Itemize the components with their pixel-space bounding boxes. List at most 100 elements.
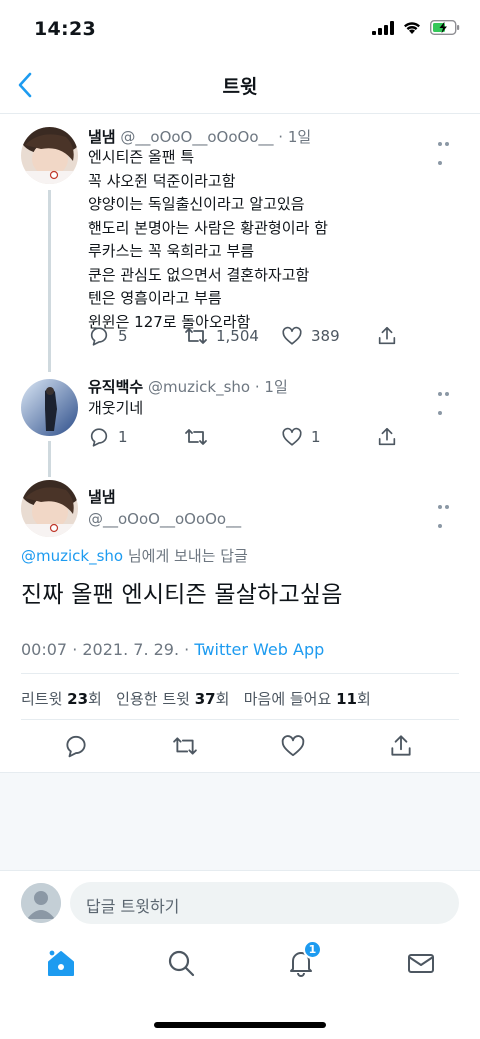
reply-context-text: 님에게 보내는 답글 <box>123 547 248 565</box>
tweet-line: 꼭 샤오쥔 덕준이라고함 <box>88 171 236 190</box>
mail-icon <box>408 954 434 973</box>
signal-icon <box>372 20 394 35</box>
reply-button[interactable]: 1 <box>88 426 128 448</box>
reply-composer: 답글 트윗하기 <box>0 870 480 934</box>
retweets-count: 23 <box>67 690 89 708</box>
heart-icon <box>282 427 302 446</box>
divider <box>21 673 459 674</box>
tweet-line: 개웃기네 <box>88 399 144 417</box>
display-name[interactable]: 낼냄 <box>88 128 116 146</box>
retweet-icon <box>185 429 207 445</box>
thread-line <box>48 441 51 477</box>
like-count: 1 <box>311 428 321 446</box>
divider <box>21 719 459 720</box>
tweet-header: 유직백수 @muzick_sho · 1일 <box>88 376 288 397</box>
share-icon[interactable] <box>388 733 414 759</box>
display-name[interactable]: 유직백수 <box>88 378 143 396</box>
avatar[interactable] <box>21 127 78 184</box>
like-count: 389 <box>311 327 340 345</box>
tab-search[interactable] <box>166 948 196 978</box>
reply-count: 5 <box>118 327 128 345</box>
reply-mention-link[interactable]: @muzick_sho <box>21 547 123 565</box>
status-time: 14:23 <box>34 18 96 40</box>
tweet-line: 텐은 영흠이라고 부름 <box>88 289 222 307</box>
retweet-button[interactable] <box>184 426 216 448</box>
thread-line <box>48 190 51 372</box>
retweets-unit: 회 <box>88 690 102 708</box>
tweet-line: 양양이는 독일출신이라고 알고있음 <box>88 195 305 213</box>
empty-replies-area <box>0 772 480 870</box>
retweets-stat[interactable]: 리트윗 23회 <box>21 690 102 708</box>
reply-icon <box>90 327 108 346</box>
tab-notifications[interactable]: 1 <box>286 940 322 978</box>
tweet-timestamp: 00:07 · 2021. 7. 29. · <box>21 640 195 659</box>
share-button[interactable] <box>376 325 398 347</box>
more-options-icon[interactable] <box>438 131 458 165</box>
share-icon <box>378 326 396 345</box>
user-handle[interactable]: @muzick_sho <box>148 378 250 396</box>
user-handle[interactable]: @__oOoO__oOoOo__ <box>88 510 241 528</box>
nav-bar: 트윗 <box>0 58 480 114</box>
quotes-label: 인용한 트윗 <box>116 690 195 708</box>
battery-charging-icon <box>430 20 460 35</box>
tweet-actions: 5 1,504 389 <box>88 325 408 351</box>
tab-home[interactable] <box>46 948 76 978</box>
tweet-line: 엔시티즌 올팬 특 <box>88 148 195 166</box>
heart-icon <box>282 326 302 345</box>
heart-icon[interactable] <box>280 733 306 759</box>
tweet-text: 개웃기네 <box>88 397 143 421</box>
tweet-time: · 1일 <box>254 378 288 396</box>
notification-badge: 1 <box>303 940 322 959</box>
user-handle[interactable]: @__oOoO__oOoOo__ <box>120 128 273 146</box>
home-indicator[interactable] <box>154 1022 326 1028</box>
reply-count: 1 <box>118 428 128 446</box>
avatar[interactable] <box>21 480 78 537</box>
retweet-count: 1,504 <box>216 327 259 345</box>
likes-unit: 회 <box>356 690 371 708</box>
retweet-icon[interactable] <box>171 734 199 758</box>
reply-context: @muzick_sho 님에게 보내는 답글 <box>21 545 248 566</box>
main-tweet-actions <box>0 733 480 761</box>
tweet-time: · 1일 <box>278 128 312 146</box>
tweet-text: 엔시티즌 올팬 특 꼭 샤오쥔 덕준이라고함 양양이는 독일출신이라고 알고있음… <box>88 146 328 334</box>
tweet-actions: 1 1 <box>88 426 408 452</box>
page-title: 트윗 <box>222 76 258 98</box>
wifi-icon <box>404 22 420 34</box>
home-icon <box>48 949 74 976</box>
share-button[interactable] <box>376 426 398 448</box>
tweet-header: 낼냄 @__oOoO__oOoOo__ · 1일 <box>88 126 311 147</box>
tab-bar: 1 <box>0 934 480 996</box>
retweet-icon <box>185 328 207 344</box>
tweet-line: 쿤은 관심도 없으면서 결혼하자고함 <box>88 265 310 284</box>
tweet-source-link[interactable]: Twitter Web App <box>194 640 324 659</box>
like-button[interactable]: 389 <box>281 325 340 347</box>
avatar[interactable] <box>21 379 78 436</box>
like-button[interactable]: 1 <box>281 426 321 448</box>
tweet-line: 핸도리 본명아는 사람은 황관형이라 함 <box>88 218 328 237</box>
reply-input[interactable]: 답글 트윗하기 <box>70 882 459 924</box>
likes-stat[interactable]: 마음에 들어요 11회 <box>244 690 371 708</box>
tweet-line: 루카스는 꼭 욱희라고 부름 <box>88 242 255 260</box>
quotes-count: 37 <box>194 690 216 708</box>
status-icons <box>372 20 460 35</box>
share-icon <box>378 427 396 446</box>
tweet-stats: 리트윗 23회 인용한 트윗 37회 마음에 들어요 11회 <box>21 688 371 709</box>
quotes-stat[interactable]: 인용한 트윗 37회 <box>116 690 229 708</box>
user-avatar[interactable] <box>21 883 61 923</box>
likes-count: 11 <box>336 690 357 708</box>
reply-button[interactable]: 5 <box>88 325 128 347</box>
retweets-label: 리트윗 <box>21 690 68 708</box>
quotes-unit: 회 <box>215 690 230 708</box>
search-icon <box>168 950 195 977</box>
tab-messages[interactable] <box>406 948 436 978</box>
tweet-meta: 00:07 · 2021. 7. 29. · Twitter Web App <box>21 640 324 659</box>
display-name[interactable]: 낼냄 <box>88 486 116 507</box>
retweet-button[interactable]: 1,504 <box>184 325 259 347</box>
likes-label: 마음에 들어요 <box>243 690 337 708</box>
reply-icon[interactable] <box>63 733 89 759</box>
main-tweet-text: 진짜 올팬 엔시티즌 몰살하고싶음 <box>21 582 343 608</box>
more-options-icon[interactable] <box>438 381 458 415</box>
status-bar: 14:23 <box>0 0 480 58</box>
reply-icon <box>90 428 108 447</box>
more-options-icon[interactable] <box>438 494 458 528</box>
